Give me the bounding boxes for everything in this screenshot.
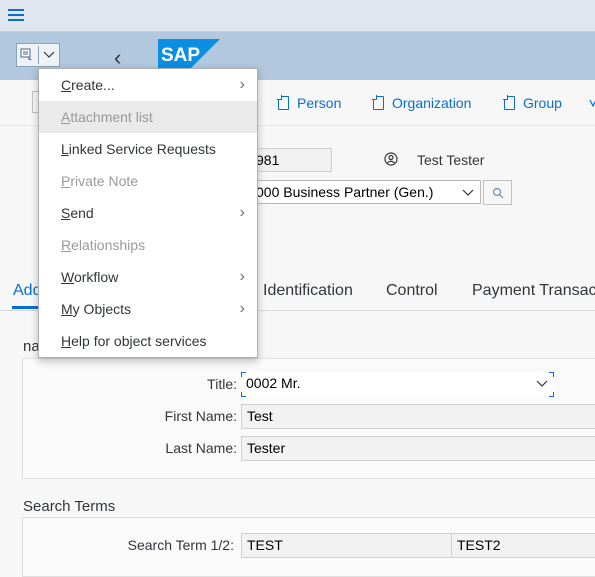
last-name-input[interactable]: Tester [241,436,595,461]
organization-button-label: Organization [392,95,472,111]
menu-item-mnemonic: H [61,333,72,349]
chevron-down-icon [536,380,548,387]
menu-item-create[interactable]: Create... › [39,69,257,101]
svg-text:SAP: SAP [161,45,200,66]
title-value: 0002 Mr. [246,375,301,391]
menu-item-label: reate... [71,77,115,93]
title-select[interactable]: 0002 Mr. [241,372,554,397]
focus-corner [241,392,246,397]
menu-item-label: ttachment list [70,109,153,125]
tab-control[interactable]: Control [386,282,438,300]
menu-item-label: elationships [71,237,146,253]
more-chevron-icon[interactable] [589,98,595,108]
title-label: Title: [207,376,237,392]
sap-logo: SAP [158,39,220,71]
menu-item-mnemonic: C [61,77,72,93]
chevron-right-icon: › [239,204,245,221]
menu-item-label: y Objects [72,301,132,317]
menu-item-label: orkflow [73,269,119,285]
tab-identification[interactable]: Identification [263,282,353,300]
chevron-right-icon: › [239,268,245,285]
menu-item-workflow[interactable]: Workflow › [39,261,257,293]
chevron-right-icon: › [239,300,245,317]
bp-role-value: 000 Business Partner (Gen.) [256,184,434,200]
object-services-button[interactable] [16,43,60,67]
bp-number-field[interactable]: 981 [250,148,332,172]
user-icon [384,152,398,166]
hamburger-menu-icon[interactable] [8,9,24,21]
object-services-menu: Create... › Attachment list Linked Servi… [38,68,258,358]
person-button[interactable]: Person [277,95,342,111]
group-button-label: Group [523,95,562,111]
menu-item-label: rivate Note [70,173,139,189]
menu-item-my-objects[interactable]: My Objects › [39,293,257,325]
search-term-2-input[interactable]: TEST2 [451,533,595,558]
menu-item-mnemonic: W [61,269,74,285]
menu-item-mnemonic: A [61,109,71,125]
person-button-label: Person [297,95,342,111]
menu-item-mnemonic: S [61,205,71,221]
menu-item-private-note[interactable]: Private Note [39,165,257,197]
menu-item-mnemonic: R [61,237,72,253]
chevron-down-icon[interactable] [43,51,55,59]
document-icon [277,95,289,110]
organization-button[interactable]: Organization [372,95,472,111]
search-icon [492,187,504,199]
object-services-icon [20,48,32,60]
bp-role-select[interactable]: 000 Business Partner (Gen.) [250,180,481,204]
focus-corner [549,392,554,397]
menu-item-send[interactable]: Send › [39,197,257,229]
search-term-label: Search Term 1/2: [127,537,234,553]
menu-item-mnemonic: M [61,301,73,317]
active-tab-indicator [12,306,40,309]
search-terms-title: Search Terms [23,498,116,515]
menu-item-label: end [70,205,94,221]
menu-item-label: inked Service Requests [68,141,216,157]
group-button[interactable]: Group [503,95,562,111]
last-name-label: Last Name: [165,440,237,456]
menu-item-help-object-services[interactable]: Help for object services [39,325,257,357]
menu-item-label: elp for object services [71,333,207,349]
document-icon [372,95,384,110]
first-name-input[interactable]: Test [241,404,595,429]
shell-top-bar [0,0,595,32]
menu-item-mnemonic: L [61,141,69,157]
menu-item-linked-service-requests[interactable]: Linked Service Requests [39,133,257,165]
menu-item-attachment-list[interactable]: Attachment list [39,101,257,133]
role-search-button[interactable] [483,180,512,205]
bp-user-name: Test Tester [417,152,485,168]
chevron-right-icon: › [239,76,245,93]
focus-corner [241,372,246,377]
document-icon [503,95,515,110]
first-name-label: First Name: [164,408,237,424]
focus-corner [549,372,554,377]
tab-payment-transactions[interactable]: Payment Transact [472,282,595,300]
menu-item-mnemonic: P [61,173,71,189]
chevron-down-icon [462,189,474,196]
search-term-1-input[interactable]: TEST [241,533,453,558]
menu-item-relationships[interactable]: Relationships [39,229,257,261]
